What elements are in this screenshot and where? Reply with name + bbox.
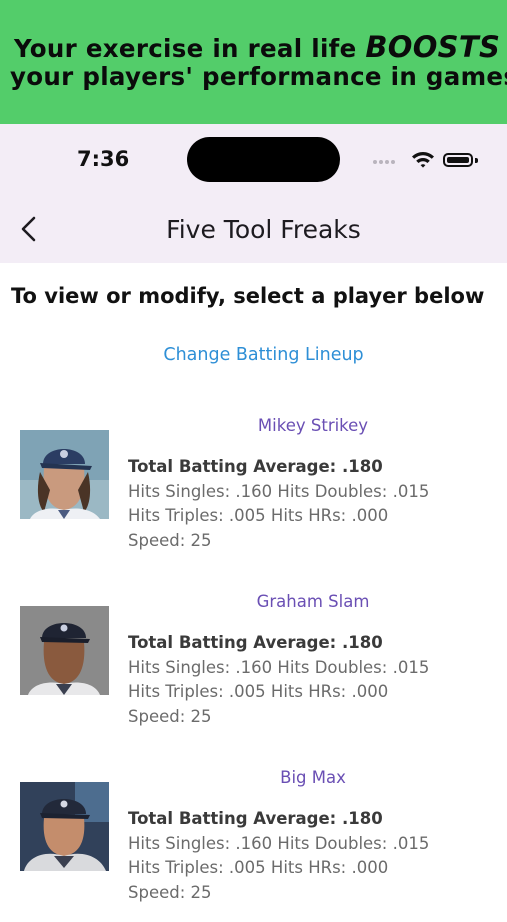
player-avatar [20, 782, 109, 871]
change-batting-lineup-link[interactable]: Change Batting Lineup [0, 345, 507, 365]
player-card[interactable]: Graham Slam Total Batting Average: .180 … [0, 586, 507, 746]
battery-icon [443, 153, 473, 167]
batting-average: Total Batting Average: .180 [128, 457, 383, 476]
promo-line-2: your players' performance in games [10, 62, 507, 91]
app-header: 7:36 Five Tool Freaks [0, 124, 507, 263]
signal-icon [373, 160, 377, 164]
player-name: Graham Slam [256, 592, 370, 611]
signal-icon [379, 160, 383, 164]
stat-speed: Speed: 25 [128, 707, 212, 726]
status-icons [373, 150, 483, 170]
page-title: Five Tool Freaks [166, 215, 361, 244]
stat-line-triples-hrs: Hits Triples: .005 Hits HRs: .000 [128, 682, 389, 701]
promo-banner: Your exercise in real life BOOSTS your p… [0, 0, 507, 124]
status-time: 7:36 [77, 147, 130, 171]
stat-speed: Speed: 25 [128, 531, 212, 550]
batting-average: Total Batting Average: .180 [128, 633, 383, 652]
instructions-text: To view or modify, select a player below [11, 284, 485, 308]
dynamic-island [187, 137, 340, 182]
batting-average: Total Batting Average: .180 [128, 809, 383, 828]
stat-line-singles-doubles: Hits Singles: .160 Hits Doubles: .015 [128, 658, 430, 677]
promo-line-1: Your exercise in real life BOOSTS [14, 30, 500, 64]
player-name: Big Max [280, 768, 346, 787]
stat-line-triples-hrs: Hits Triples: .005 Hits HRs: .000 [128, 858, 389, 877]
player-name: Mikey Strikey [257, 416, 369, 435]
signal-icon [385, 160, 389, 164]
player-avatar [20, 606, 109, 695]
player-card[interactable]: Mikey Strikey Total Batting Average: .18… [0, 410, 507, 570]
promo-text: Your exercise in real life [14, 34, 366, 63]
signal-icon [391, 160, 395, 164]
player-avatar [20, 430, 109, 519]
stat-speed: Speed: 25 [128, 883, 212, 902]
stat-line-singles-doubles: Hits Singles: .160 Hits Doubles: .015 [128, 482, 430, 501]
wifi-icon [412, 152, 434, 168]
stat-line-triples-hrs: Hits Triples: .005 Hits HRs: .000 [128, 506, 389, 525]
promo-emphasis: BOOSTS [365, 30, 501, 64]
battery-cap [475, 158, 478, 163]
stat-line-singles-doubles: Hits Singles: .160 Hits Doubles: .015 [128, 834, 430, 853]
player-card[interactable]: Big Max Total Batting Average: .180 Hits… [0, 762, 507, 922]
